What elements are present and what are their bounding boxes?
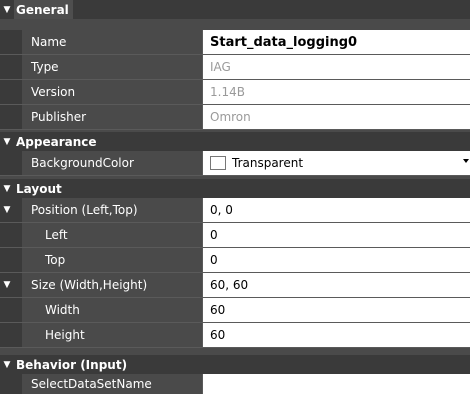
row-gutter — [0, 151, 22, 175]
category-behavior-input[interactable]: ▼ Behavior (Input) — [0, 355, 470, 374]
height-value-field[interactable]: 60 — [202, 323, 470, 347]
background-color-value: Transparent — [232, 156, 304, 170]
property-row-left[interactable]: Left 0 — [0, 223, 470, 248]
size-value-field[interactable]: 60, 60 — [202, 273, 470, 297]
publisher-value: Omron — [202, 105, 470, 129]
position-value-field[interactable]: 0, 0 — [202, 198, 470, 222]
select-dataset-name-field[interactable] — [202, 374, 470, 394]
row-gutter — [0, 323, 22, 347]
property-row-size[interactable]: ▼ Size (Width,Height) 60, 60 — [0, 273, 470, 298]
property-row-name[interactable]: Name Start_data_logging0 — [0, 30, 470, 55]
property-label: SelectDataSetName — [22, 374, 202, 394]
expand-arrow-icon[interactable]: ▼ — [0, 205, 14, 215]
row-gutter — [0, 374, 22, 394]
category-general-header: General — [14, 0, 73, 19]
category-appearance[interactable]: ▼ Appearance — [0, 132, 470, 151]
category-label: General — [16, 2, 69, 17]
left-value-field[interactable]: 0 — [202, 223, 470, 247]
expand-arrow-icon[interactable]: ▼ — [0, 137, 14, 147]
property-label: Type — [22, 55, 202, 79]
expand-arrow-icon[interactable]: ▼ — [0, 184, 14, 194]
row-gutter: ▼ — [0, 198, 22, 222]
property-row-height[interactable]: Height 60 — [0, 323, 470, 348]
property-label: Height — [22, 323, 202, 347]
row-gutter — [0, 223, 22, 247]
name-value-field[interactable]: Start_data_logging0 — [202, 30, 470, 54]
top-value-field[interactable]: 0 — [202, 248, 470, 272]
property-label: Left — [22, 223, 202, 247]
row-gutter — [0, 298, 22, 322]
row-gutter — [0, 248, 22, 272]
expand-arrow-icon[interactable]: ▼ — [0, 5, 14, 15]
property-label: Position (Left,Top) — [22, 198, 202, 222]
expand-arrow-icon[interactable]: ▼ — [0, 360, 14, 370]
property-label: BackgroundColor — [22, 151, 202, 175]
property-label: Publisher — [22, 105, 202, 129]
color-swatch — [210, 156, 226, 170]
property-row-publisher: Publisher Omron — [0, 105, 470, 130]
row-gutter — [0, 55, 22, 79]
category-general[interactable]: ▼ General — [0, 0, 470, 19]
row-gutter — [0, 30, 22, 54]
dropdown-arrow-icon[interactable] — [463, 159, 469, 163]
category-label: Appearance — [16, 134, 97, 149]
version-value: 1.14B — [202, 80, 470, 104]
property-row-select-dataset-name[interactable]: SelectDataSetName — [0, 374, 470, 394]
property-label: Top — [22, 248, 202, 272]
category-label: Behavior (Input) — [16, 357, 128, 372]
background-color-dropdown[interactable]: Transparent — [202, 151, 470, 175]
property-row-version: Version 1.14B — [0, 80, 470, 105]
row-gutter — [0, 105, 22, 129]
property-label: Size (Width,Height) — [22, 273, 202, 297]
row-gutter — [0, 80, 22, 104]
property-label: Width — [22, 298, 202, 322]
property-grid: ▼ General Name Start_data_logging0 Type … — [0, 0, 470, 394]
category-layout[interactable]: ▼ Layout — [0, 179, 470, 198]
category-label: Layout — [16, 181, 62, 196]
property-row-position[interactable]: ▼ Position (Left,Top) 0, 0 — [0, 198, 470, 223]
expand-arrow-icon[interactable]: ▼ — [0, 280, 14, 290]
property-row-background-color[interactable]: BackgroundColor Transparent — [0, 151, 470, 176]
row-gutter: ▼ — [0, 273, 22, 297]
property-row-width[interactable]: Width 60 — [0, 298, 470, 323]
property-label: Version — [22, 80, 202, 104]
property-row-top[interactable]: Top 0 — [0, 248, 470, 273]
property-label: Name — [22, 30, 202, 54]
width-value-field[interactable]: 60 — [202, 298, 470, 322]
property-row-type: Type IAG — [0, 55, 470, 80]
type-value: IAG — [202, 55, 470, 79]
